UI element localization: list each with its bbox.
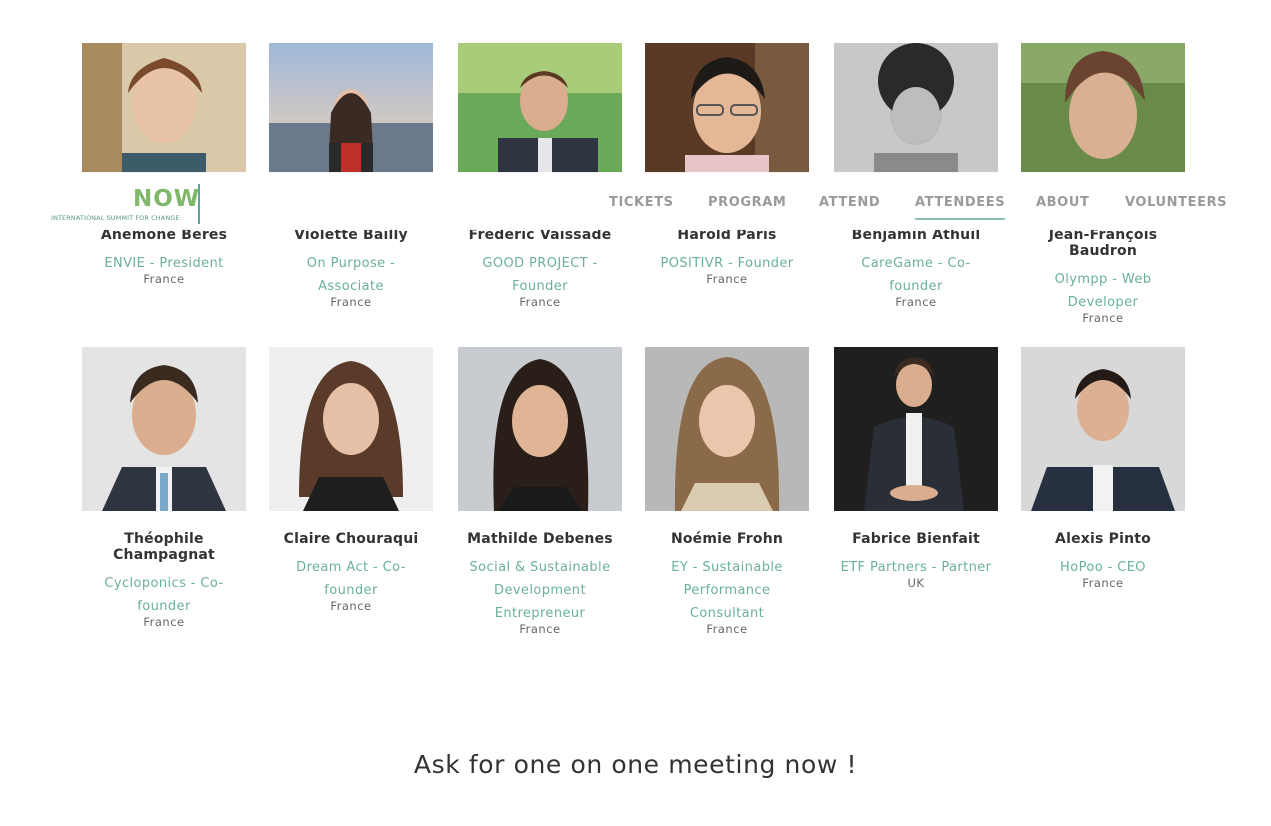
attendee-country: France [1082, 311, 1124, 325]
nav-attend[interactable]: ATTEND [819, 195, 880, 210]
meeting-cta[interactable]: Ask for one on one meeting now ! [0, 750, 1271, 779]
attendee-photo [82, 43, 246, 173]
nav-tickets[interactable]: TICKETS [609, 195, 674, 210]
attendee-info: Anémone Bérès ENVIE - President France [82, 227, 246, 287]
attendee-card[interactable]: Théophile Champagnat Cycloponics - Co-fo… [82, 347, 246, 630]
attendee-photo [834, 347, 998, 511]
attendee-card[interactable] [458, 43, 622, 173]
attendee-card[interactable] [1021, 43, 1185, 173]
logo-divider [198, 184, 200, 224]
attendee-role: CareGame - Co-founder [861, 256, 971, 294]
attendee-name: Théophile Champagnat [113, 531, 215, 563]
attendee-country: France [143, 615, 185, 629]
attendee-photo [458, 43, 622, 173]
site-header: NOW INTERNATIONAL SUMMIT FOR CHANGE TICK… [0, 172, 1271, 230]
attendee-photo [458, 347, 622, 511]
attendee-info: Benjamin Athuil CareGame - Co-founder Fr… [834, 227, 998, 310]
attendee-name: Fabrice Bienfait [852, 531, 980, 547]
attendee-photo [645, 43, 809, 173]
nav-attendees[interactable]: ATTENDEES [915, 195, 1006, 220]
attendee-role: Social & Sustainable Development Entrepr… [469, 560, 611, 621]
attendee-photo [269, 347, 433, 511]
attendee-card[interactable] [82, 43, 246, 173]
attendee-card[interactable]: Claire Chouraqui Dream Act - Co-founder … [269, 347, 433, 614]
attendee-card[interactable]: Mathilde Debenes Social & Sustainable De… [458, 347, 622, 637]
attendee-photo [269, 43, 433, 173]
attendee-photo [82, 347, 246, 511]
attendee-name: Jean-François Baudron [1048, 227, 1158, 259]
attendee-info: Frédéric Vaissade GOOD PROJECT - Founder… [458, 227, 622, 310]
logo-subtitle: INTERNATIONAL SUMMIT FOR CHANGE [51, 214, 180, 222]
attendee-photo [645, 347, 809, 511]
attendee-photo [1021, 43, 1185, 173]
attendee-country: France [330, 599, 372, 613]
attendee-card[interactable]: Fabrice Bienfait ETF Partners - Partner … [834, 347, 998, 591]
attendee-name: Mathilde Debenes [467, 531, 613, 547]
attendee-role: EY - Sustainable Performance Consultant [671, 560, 783, 621]
attendee-country: France [519, 295, 561, 309]
attendee-name: Noémie Frohn [670, 531, 784, 547]
attendee-country: France [895, 295, 937, 309]
attendee-country: France [706, 622, 748, 636]
attendee-info: Harold Paris POSITIVR - Founder France [645, 227, 809, 287]
attendee-info: Violette Bailly On Purpose - Associate F… [269, 227, 433, 310]
attendee-photo [834, 43, 998, 173]
attendee-role: Cycloponics - Co-founder [104, 576, 224, 614]
logo-text: NOW [133, 186, 201, 212]
attendee-role: Olympp - Web Developer [1054, 272, 1152, 310]
nav-volunteers[interactable]: VOLUNTEERS [1125, 195, 1227, 210]
attendee-role: Dream Act - Co-founder [296, 560, 406, 598]
attendee-card[interactable] [645, 43, 809, 173]
attendee-name: Claire Chouraqui [283, 531, 419, 547]
attendee-country: France [330, 295, 372, 309]
attendee-country: France [1082, 576, 1124, 590]
attendee-photo [1021, 347, 1185, 511]
attendee-info: Jean-François Baudron Olympp - Web Devel… [1021, 227, 1185, 326]
nav-about[interactable]: ABOUT [1036, 195, 1089, 210]
nav-program[interactable]: PROGRAM [708, 195, 786, 210]
attendee-card[interactable]: Noémie Frohn EY - Sustainable Performanc… [645, 347, 809, 637]
attendee-name: Alexis Pinto [1055, 531, 1151, 547]
attendee-country: France [519, 622, 561, 636]
attendee-role: On Purpose - Associate [306, 256, 396, 294]
attendee-card[interactable] [834, 43, 998, 173]
now-logo[interactable]: NOW INTERNATIONAL SUMMIT FOR CHANGE [50, 180, 210, 224]
attendees-grid: Anémone Bérès ENVIE - President France V… [0, 0, 1271, 826]
attendee-role: GOOD PROJECT - Founder [482, 256, 598, 294]
attendee-card[interactable]: Alexis Pinto HoPoo - CEO France [1021, 347, 1185, 591]
attendee-card[interactable] [269, 43, 433, 173]
